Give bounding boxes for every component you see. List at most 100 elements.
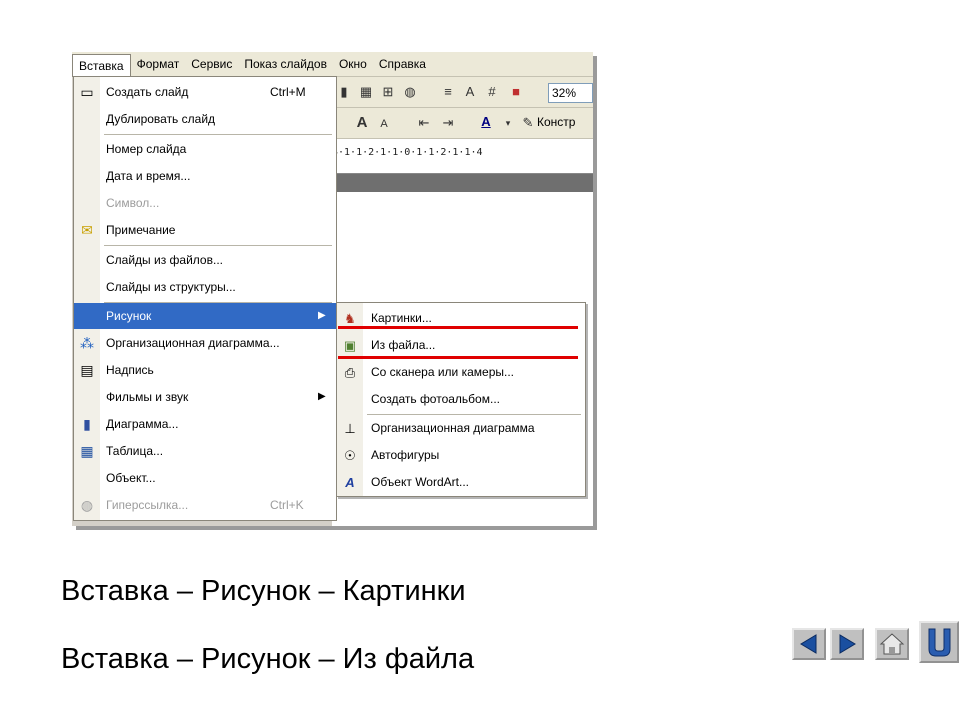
grid-icon[interactable]: # xyxy=(484,84,500,100)
menu-item-slide-number[interactable]: Номер слайда xyxy=(74,136,336,162)
menu-insert[interactable]: Вставка xyxy=(72,53,131,77)
menu-tools[interactable]: Сервис xyxy=(185,54,238,74)
menu-item-label: Рисунок xyxy=(106,309,152,323)
menu-item-org-chart[interactable]: ⁂ Организационная диаграмма... xyxy=(74,330,336,356)
menu-item-slides-from-outline[interactable]: Слайды из структуры... xyxy=(74,274,336,300)
menu-item-duplicate-slide[interactable]: Дублировать слайд xyxy=(74,106,336,132)
submenu-arrow-icon: ▶ xyxy=(318,391,326,402)
standard-toolbar: ▮ ▦ ⊞ ◍ ≡ A # ■ 32% xyxy=(332,77,593,108)
submenu-item-scanner[interactable]: ⎙ Со сканера или камеры... xyxy=(337,359,585,386)
return-button[interactable] xyxy=(919,621,959,663)
wordart-icon: A xyxy=(345,475,355,490)
chevron-down-icon[interactable]: ▾ xyxy=(500,115,516,131)
design-button[interactable]: Констр xyxy=(537,115,575,129)
menu-item-hyperlink[interactable]: ◍ Гиперссылка... Ctrl+K xyxy=(74,492,336,518)
font-color-icon[interactable]: A xyxy=(478,114,494,130)
menu-format[interactable]: Формат xyxy=(131,54,186,74)
red-underline-clip-art xyxy=(338,326,578,329)
menu-help[interactable]: Справка xyxy=(373,54,432,74)
caption-from-file-path: Вставка – Рисунок – Из файла xyxy=(61,643,475,675)
hyperlink-icon: ◍ xyxy=(80,497,94,513)
formatting-toolbar: A A ⇤ ⇥ A ▾ ✎ Констр xyxy=(332,108,593,139)
arrow-left-icon xyxy=(800,634,817,654)
increase-font-icon[interactable]: A xyxy=(354,115,370,131)
org-chart-icon: ⁂ xyxy=(80,335,94,351)
submenu-item-autoshapes[interactable]: ☉ Автофигуры xyxy=(337,442,585,469)
submenu-item-label: Автофигуры xyxy=(371,448,440,462)
menu-item-slides-from-files[interactable]: Слайды из файлов... xyxy=(74,247,336,273)
zoom-box[interactable]: 32% xyxy=(548,83,593,103)
next-slide-button[interactable] xyxy=(830,628,864,660)
menu-item-shortcut: Ctrl+M xyxy=(270,85,306,99)
submenu-item-from-file[interactable]: ▣ Из файла... xyxy=(337,332,585,359)
arrow-right-icon xyxy=(839,634,856,654)
picture-submenu: ♞ Картинки... ▣ Из файла... ⎙ Со сканера… xyxy=(336,302,586,497)
menu-item-label: Фильмы и звук xyxy=(106,390,189,404)
color-grayscale-icon[interactable]: ■ xyxy=(508,84,524,100)
submenu-item-photo-album[interactable]: Создать фотоальбом... xyxy=(337,386,585,413)
submenu-item-label: Из файла... xyxy=(371,338,436,352)
expand-icon[interactable]: ≡ xyxy=(440,84,456,100)
menu-item-label: Гиперссылка... xyxy=(106,498,189,512)
menu-item-label: Слайды из структуры... xyxy=(106,280,236,294)
menu-slide-show[interactable]: Показ слайдов xyxy=(238,54,333,74)
menu-item-label: Номер слайда xyxy=(106,142,187,156)
menu-item-date-time[interactable]: Дата и время... xyxy=(74,163,336,189)
menu-item-text-box[interactable]: ▤ Надпись xyxy=(74,357,336,383)
menu-item-symbol[interactable]: Символ... xyxy=(74,190,336,216)
menu-separator xyxy=(104,245,332,246)
menu-item-label: Надпись xyxy=(106,363,154,377)
org-chart-icon: ⊥ xyxy=(344,421,356,436)
text-box-icon: ▤ xyxy=(80,362,94,378)
autoshapes-icon: ☉ xyxy=(344,448,356,463)
workspace-gray xyxy=(332,174,593,192)
home-icon xyxy=(879,633,905,655)
tables-borders-icon[interactable]: ⊞ xyxy=(380,84,396,100)
menu-item-new-slide[interactable]: ▭ Создать слайд Ctrl+M xyxy=(74,79,336,105)
menu-item-label: Слайды из файлов... xyxy=(106,253,223,267)
insert-menu: ▭ Создать слайд Ctrl+M Дублировать слайд… xyxy=(73,76,337,521)
submenu-item-label: Со сканера или камеры... xyxy=(371,365,514,379)
table-icon[interactable]: ▦ xyxy=(358,84,374,100)
menu-bar: Вставка Формат Сервис Показ слайдов Окно… xyxy=(72,52,593,77)
increase-indent-icon[interactable]: ⇥ xyxy=(440,115,456,131)
submenu-item-label: Создать фотоальбом... xyxy=(371,392,500,406)
return-icon xyxy=(928,628,951,657)
caption-clip-art-path: Вставка – Рисунок – Картинки xyxy=(61,575,466,607)
menu-item-label: Объект... xyxy=(106,471,156,485)
ruler-scale: 4·1·1·2·1·1·0·1·1·2·1·1·4 xyxy=(332,147,483,158)
menu-item-label: Дублировать слайд xyxy=(106,112,216,126)
menu-item-movies-sounds[interactable]: Фильмы и звук ▶ xyxy=(74,384,336,410)
menu-item-label: Создать слайд xyxy=(106,85,189,99)
menu-item-picture[interactable]: Рисунок ▶ xyxy=(74,303,336,329)
menu-item-label: Символ... xyxy=(106,196,160,210)
decrease-font-icon[interactable]: A xyxy=(376,116,392,132)
home-button[interactable] xyxy=(875,628,909,660)
menu-item-shortcut: Ctrl+K xyxy=(270,498,304,512)
menu-item-label: Организационная диаграмма... xyxy=(106,336,280,350)
menu-item-label: Диаграмма... xyxy=(106,417,179,431)
menu-separator xyxy=(104,134,332,135)
chart-icon: ▮ xyxy=(83,416,91,432)
hyperlink-icon[interactable]: ◍ xyxy=(402,84,418,100)
design-icon[interactable]: ✎ xyxy=(520,115,536,131)
chart-icon[interactable]: ▮ xyxy=(336,84,352,100)
menu-item-table[interactable]: ▦ Таблица... xyxy=(74,438,336,464)
submenu-item-org-chart[interactable]: ⊥ Организационная диаграмма xyxy=(337,415,585,442)
submenu-item-label: Объект WordArt... xyxy=(371,475,469,489)
decrease-indent-icon[interactable]: ⇤ xyxy=(416,115,432,131)
menu-item-object[interactable]: Объект... xyxy=(74,465,336,491)
table-icon: ▦ xyxy=(80,443,94,459)
menu-item-label: Примечание xyxy=(106,223,176,237)
new-slide-icon: ▭ xyxy=(80,84,94,100)
ruler: 4·1·1·2·1·1·0·1·1·2·1·1·4 xyxy=(332,139,593,174)
previous-slide-button[interactable] xyxy=(792,628,826,660)
menu-item-comment[interactable]: ✉ Примечание xyxy=(74,217,336,243)
submenu-arrow-icon: ▶ xyxy=(318,310,326,321)
submenu-item-wordart[interactable]: A Объект WordArt... xyxy=(337,469,585,496)
menu-item-chart[interactable]: ▮ Диаграмма... xyxy=(74,411,336,437)
menu-window[interactable]: Окно xyxy=(333,54,373,74)
show-formatting-icon[interactable]: A xyxy=(462,84,478,100)
menu-item-label: Дата и время... xyxy=(106,169,191,183)
submenu-item-label: Организационная диаграмма xyxy=(371,421,535,435)
